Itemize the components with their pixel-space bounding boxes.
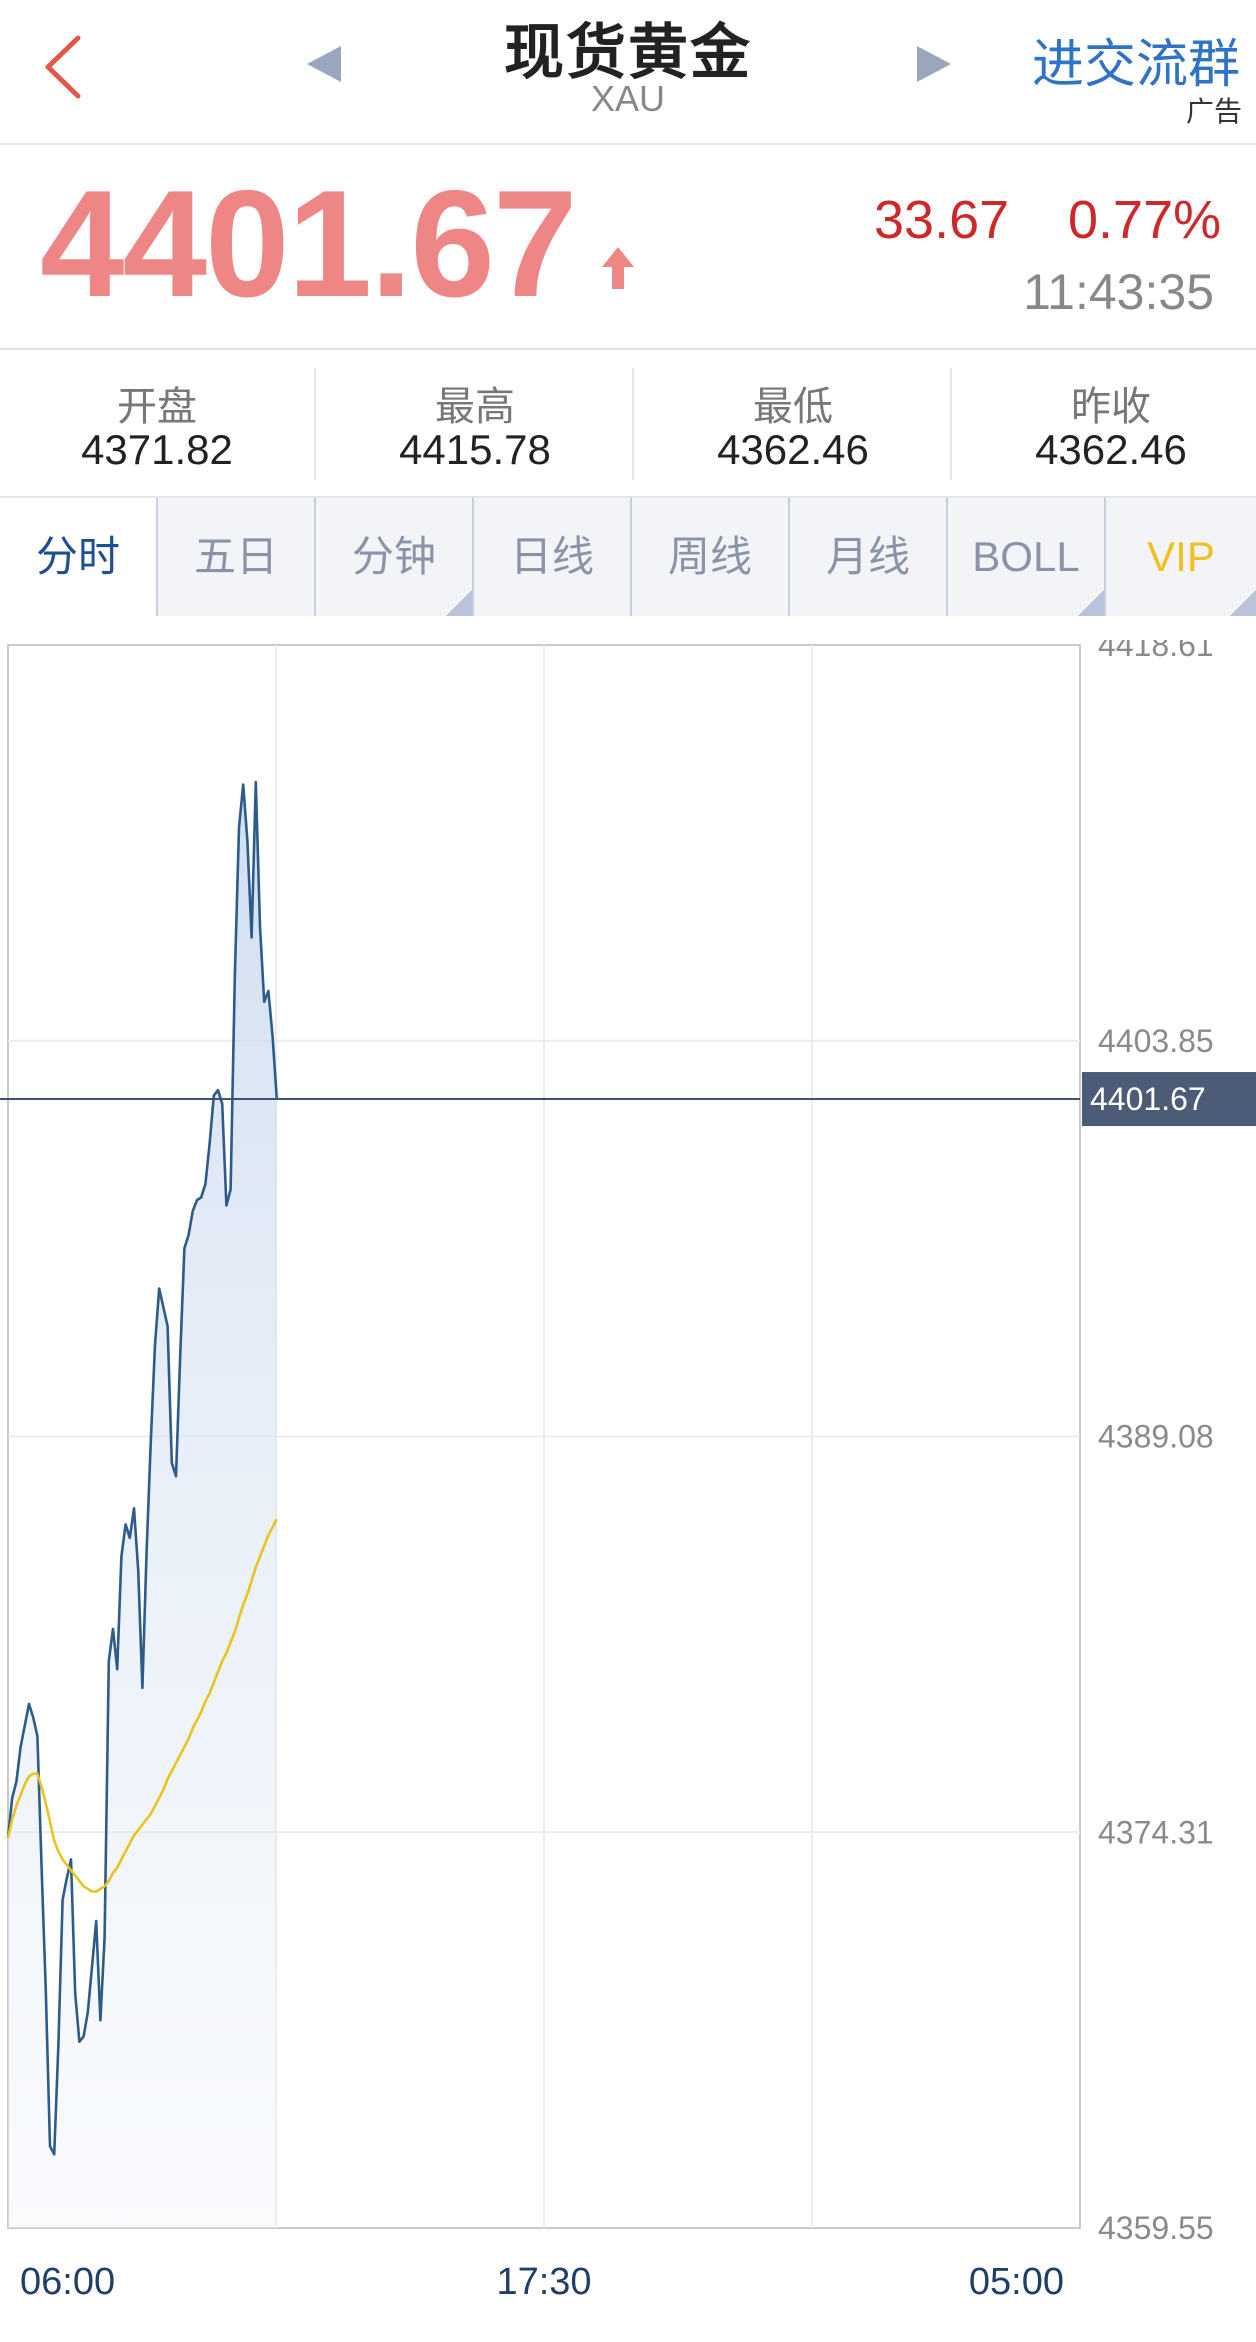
x-tick-label: 06:00 bbox=[20, 2261, 115, 2303]
price-area-fill bbox=[8, 782, 277, 2228]
triangle-right-icon[interactable] bbox=[917, 46, 951, 82]
ad-label: 广告 bbox=[1185, 96, 1242, 127]
stat-label: 最高 bbox=[435, 385, 515, 429]
tab-label: 分钟 bbox=[351, 533, 436, 580]
current-price-label: 4401.67 bbox=[1090, 1081, 1206, 1117]
tab-vip[interactable]: VIP bbox=[1106, 498, 1256, 616]
tab-label: BOLL bbox=[972, 533, 1080, 580]
tab-monthly[interactable]: 月线 bbox=[790, 498, 948, 616]
chart-tabs: 分时 五日 分钟 日线 周线 月线 BOLL VIP bbox=[0, 498, 1256, 616]
stat-value: 4415.78 bbox=[399, 426, 551, 473]
stat-value: 4362.46 bbox=[1035, 426, 1187, 473]
stats-bar: 开盘 4371.82 最高 4415.78 最低 4362.46 昨收 4362… bbox=[0, 350, 1256, 498]
y-tick-label: 4403.85 bbox=[1098, 1023, 1214, 1059]
y-tick-label: 4374.31 bbox=[1098, 1814, 1214, 1850]
stat-value: 4371.82 bbox=[81, 426, 233, 473]
dropdown-corner-icon bbox=[1078, 590, 1104, 616]
dropdown-corner-icon bbox=[446, 590, 472, 616]
x-axis-labels: 06:00 17:30 05:00 bbox=[20, 2261, 1064, 2303]
divider bbox=[632, 368, 634, 480]
y-tick-label: 4389.08 bbox=[1098, 1419, 1214, 1455]
x-tick-label: 05:00 bbox=[969, 2261, 1064, 2303]
join-group-button[interactable]: 进交流群 bbox=[1032, 22, 1240, 97]
stat-high: 最高 4415.78 bbox=[318, 350, 632, 496]
tab-label: VIP bbox=[1147, 533, 1215, 580]
dropdown-corner-icon bbox=[1230, 590, 1256, 616]
tab-intraday[interactable]: 分时 bbox=[0, 498, 158, 616]
tab-daily[interactable]: 日线 bbox=[474, 498, 632, 616]
divider bbox=[314, 368, 316, 480]
y-tick-label: 4359.55 bbox=[1098, 2210, 1214, 2246]
stat-low: 最低 4362.46 bbox=[636, 350, 950, 496]
stat-label: 昨收 bbox=[1071, 385, 1151, 429]
stat-open: 开盘 4371.82 bbox=[0, 350, 314, 496]
arrow-up-icon bbox=[602, 247, 634, 289]
quote-panel: 4401.67 33.67 0.77% 11:43:35 bbox=[0, 145, 1256, 350]
stat-value: 4362.46 bbox=[717, 426, 869, 473]
stat-label: 开盘 bbox=[117, 385, 197, 429]
tab-five-day[interactable]: 五日 bbox=[158, 498, 316, 616]
nav-header: 现货黄金 XAU 进交流群 广告 bbox=[0, 0, 1256, 145]
price-change: 33.67 bbox=[874, 190, 1010, 250]
triangle-left-icon[interactable] bbox=[307, 46, 341, 82]
intraday-chart[interactable]: 4401.67 4418.61 4403.85 4389.08 4374.31 4359… bbox=[0, 640, 1256, 2342]
chevron-left-icon[interactable] bbox=[40, 32, 90, 102]
y-tick-label: 4418.61 bbox=[1098, 640, 1214, 663]
stat-prev-close: 昨收 4362.46 bbox=[954, 350, 1256, 496]
current-price: 4401.67 bbox=[40, 159, 577, 329]
x-tick-label: 17:30 bbox=[496, 2261, 591, 2303]
tab-boll[interactable]: BOLL bbox=[948, 498, 1106, 616]
stat-label: 最低 bbox=[753, 385, 833, 429]
y-axis-labels: 4418.61 4403.85 4389.08 4374.31 4359.55 bbox=[1098, 640, 1214, 2246]
tab-minute[interactable]: 分钟 bbox=[316, 498, 474, 616]
tab-weekly[interactable]: 周线 bbox=[632, 498, 790, 616]
symbol-code: XAU bbox=[590, 78, 666, 119]
price-change-percent: 0.77% bbox=[1068, 190, 1222, 250]
divider bbox=[950, 368, 952, 480]
quote-time: 11:43:35 bbox=[1023, 264, 1214, 320]
